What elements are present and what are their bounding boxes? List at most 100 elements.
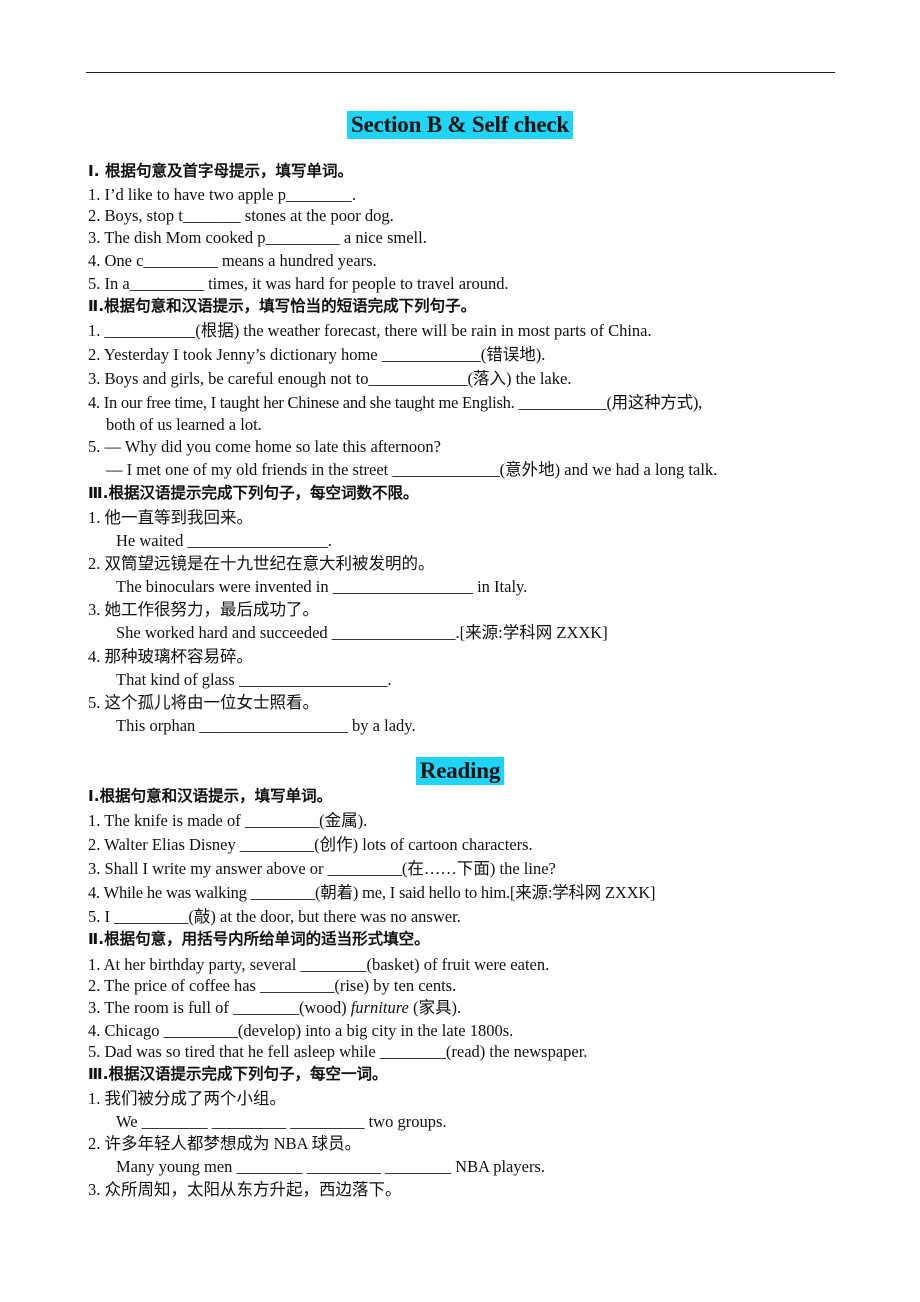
item-text: NBA players. [451, 1157, 545, 1176]
item-text: 1. [88, 321, 105, 340]
item-text: (read) the newspaper. [445, 1042, 588, 1061]
answer-blank[interactable]: ____________ [368, 369, 467, 388]
answer-blank[interactable]: _______ [183, 206, 241, 225]
exercise-item: 4. Chicago _________(develop) into a big… [88, 1020, 513, 1041]
reading-heading: Reading [415, 757, 505, 785]
item-text: 5. I [88, 907, 115, 926]
answer-blank[interactable]: _________ [164, 1021, 238, 1040]
answer-blank[interactable]: _________ [143, 251, 217, 270]
item-text: (家具). [408, 998, 462, 1017]
item-text: (金属). [319, 811, 368, 830]
answer-blank[interactable]: ________ [233, 998, 299, 1017]
item-text: (根据) the weather forecast, there will be… [195, 321, 652, 340]
answer-blank[interactable]: _________ [212, 1112, 286, 1131]
exercise-item: Many young men ________ _________ ______… [116, 1156, 545, 1177]
answer-blank[interactable]: _________ [290, 1112, 364, 1131]
section-b-part1-title: Ⅰ. 根据句意及首字母提示，填写单词。 [88, 162, 354, 180]
item-text: 3. Boys and girls, be careful enough not… [88, 369, 369, 388]
answer-blank[interactable]: ____________ [382, 345, 481, 364]
item-text: (错误地). [480, 345, 546, 364]
chinese-prompt: 1. 我们被分成了两个小组。 [88, 1089, 286, 1108]
answer-blank[interactable]: _________ [114, 907, 188, 926]
exercise-item: 2. The price of coffee has _________(ris… [88, 975, 456, 996]
exercise-item: 3. The dish Mom cooked p_________ a nice… [88, 227, 427, 248]
answer-blank[interactable]: ___________ [518, 393, 606, 412]
chinese-prompt: 5. 这个孤儿将由一位女士照看。 [88, 693, 319, 712]
item-text: 4. While he was walking [88, 883, 251, 902]
item-text: (意外地) and we had a long talk. [499, 460, 718, 479]
reading-part1-title: Ⅰ.根据句意和汉语提示，填写单词。 [88, 787, 333, 805]
answer-blank[interactable]: __________________ [199, 716, 348, 735]
exercise-item: 1. At her birthday party, several ______… [88, 954, 549, 975]
item-text: 2. The price of coffee has [88, 976, 261, 995]
exercise-item: The binoculars were invented in ________… [116, 576, 527, 597]
chinese-prompt: 4. 那种玻璃杯容易碎。 [88, 647, 253, 666]
item-text: Many young men [116, 1157, 237, 1176]
answer-blank[interactable]: _________ [245, 811, 319, 830]
item-text: 2. Boys, stop t [88, 206, 183, 225]
item-text: (敲) at the door, but there was no answer… [188, 907, 461, 926]
answer-blank[interactable]: _________ [307, 1157, 381, 1176]
exercise-item: 4. One c_________ means a hundred years. [88, 250, 377, 271]
answer-blank[interactable]: _________ [260, 976, 334, 995]
exercise-item: 1. The knife is made of _________(金属). [88, 810, 367, 831]
item-text: 5. In a [88, 274, 130, 293]
exercise-item: That kind of glass __________________. [116, 669, 391, 690]
exercise-item: 2. Yesterday I took Jenny’s dictionary h… [88, 344, 545, 365]
reading-heading-wrap: Reading [0, 757, 920, 785]
answer-blank[interactable]: ________ [385, 1157, 451, 1176]
exercise-item: 1. ___________(根据) the weather forecast,… [88, 320, 652, 341]
exercise-item: 4. In our free time, I taught her Chines… [88, 392, 702, 413]
exercise-item: 5. Dad was so tired that he fell asleep … [88, 1041, 587, 1062]
exercise-item-continued: — I met one of my old friends in the str… [106, 459, 717, 480]
chinese-prompt: 3. 她工作很努力，最后成功了。 [88, 600, 319, 619]
chinese-prompt: 1. 他一直等到我回来。 [88, 508, 253, 527]
item-text: by a lady. [347, 716, 416, 735]
answer-blank[interactable]: _________________ [187, 531, 327, 550]
answer-blank[interactable]: _________ [328, 859, 402, 878]
item-text: 3. Shall I write my answer above or [88, 859, 328, 878]
exercise-item: 3. Shall I write my answer above or ____… [88, 858, 556, 879]
item-text: — I met one of my old friends in the str… [106, 460, 393, 479]
item-text: (在……下面) the line? [401, 859, 556, 878]
answer-blank[interactable]: ________ [380, 1042, 446, 1061]
item-text: We [116, 1112, 142, 1131]
item-text: .[来源:学科网 ZXXK] [455, 623, 608, 642]
answer-blank[interactable]: ________ [251, 883, 316, 902]
item-text: 1. I’d like to have two apple p [88, 185, 286, 204]
item-text: (wood) [298, 998, 351, 1017]
exercise-item: 2. Walter Elias Disney _________(创作) lot… [88, 834, 533, 855]
exercise-item: 3. The room is full of ________(wood) fu… [88, 997, 461, 1018]
answer-blank[interactable]: _________ [130, 274, 204, 293]
header-rule [86, 72, 835, 73]
answer-blank[interactable]: ________ [300, 955, 366, 974]
exercise-item: 3. Boys and girls, be careful enough not… [88, 368, 571, 389]
answer-blank[interactable]: _________ [240, 835, 314, 854]
answer-blank[interactable]: ________ [142, 1112, 208, 1131]
item-text: two groups. [364, 1112, 447, 1131]
exercise-item: This orphan __________________ by a lady… [116, 715, 416, 736]
item-text: stones at the poor dog. [240, 206, 394, 225]
item-text: (用这种方式), [606, 393, 703, 412]
exercise-item: She worked hard and succeeded __________… [116, 622, 608, 643]
item-text: This orphan [116, 716, 200, 735]
answer-blank[interactable]: __________________ [239, 670, 388, 689]
item-text: 4. Chicago [88, 1021, 164, 1040]
exercise-item: 5. — Why did you come home so late this … [88, 437, 441, 456]
item-text: 4. In our free time, I taught her Chines… [88, 393, 519, 412]
answer-blank[interactable]: _________________ [333, 577, 473, 596]
item-text: (创作) lots of cartoon characters. [314, 835, 533, 854]
answer-blank[interactable]: _______________ [332, 623, 456, 642]
exercise-item: 5. I _________(敲) at the door, but there… [88, 906, 461, 927]
exercise-item: 2. Boys, stop t_______ stones at the poo… [88, 205, 394, 226]
answer-blank[interactable]: _________ [266, 228, 340, 247]
answer-blank[interactable]: ________ [286, 185, 352, 204]
item-text: (rise) by ten cents. [334, 976, 457, 995]
answer-blank[interactable]: ___________ [105, 321, 196, 340]
item-text: (落入) the lake. [467, 369, 572, 388]
answer-blank[interactable]: _____________ [392, 460, 499, 479]
item-text: (basket) of fruit were eaten. [366, 955, 550, 974]
exercise-item-continued: both of us learned a lot. [106, 415, 262, 434]
section-b-heading: Section B & Self check [347, 111, 573, 139]
answer-blank[interactable]: ________ [237, 1157, 303, 1176]
